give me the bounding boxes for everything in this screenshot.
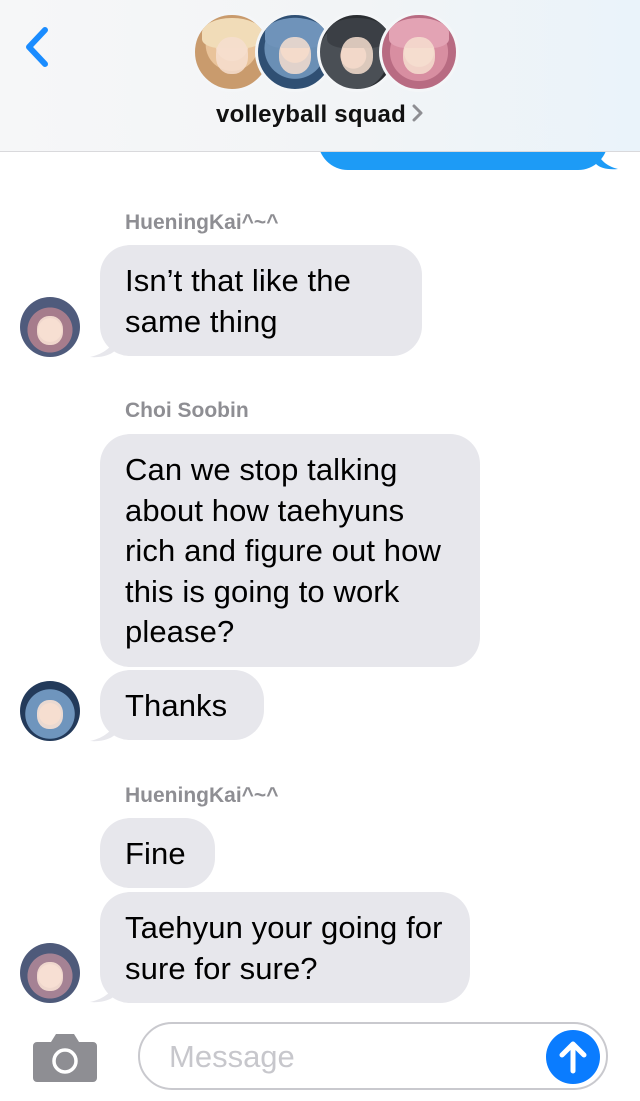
group-name-button[interactable]: volleyball squad: [0, 101, 640, 129]
message-bubble[interactable]: Taehyun your going for sure for sure?: [100, 892, 470, 1003]
send-button[interactable]: [546, 1030, 600, 1084]
message-text: Taehyun your going for sure for sure?: [125, 910, 443, 986]
back-button[interactable]: [18, 22, 58, 72]
chevron-right-icon: [412, 101, 424, 129]
camera-button[interactable]: [33, 1030, 97, 1082]
bubble-tail: [90, 979, 118, 1003]
sender-name: Choi Soobin: [125, 399, 249, 422]
camera-icon: [33, 1034, 97, 1082]
back-chevron-icon: [26, 27, 48, 67]
message-bubble[interactable]: Isn’t that like the same thing: [100, 245, 422, 356]
message-input-placeholder: Message: [169, 1039, 295, 1074]
sender-avatar[interactable]: [20, 681, 80, 741]
sender-name: HueningKai^~^: [125, 784, 279, 807]
outgoing-bubble-tail: [596, 150, 618, 170]
group-name-label: volleyball squad: [216, 101, 406, 128]
message-bubble[interactable]: Thanks: [100, 670, 264, 740]
send-arrow-icon: [559, 1041, 587, 1074]
message-text: Can we stop talking about how taehyuns r…: [125, 452, 441, 649]
bubble-tail: [90, 334, 118, 358]
message-text: Thanks: [125, 688, 228, 723]
message-bubble[interactable]: Can we stop talking about how taehyuns r…: [100, 434, 480, 667]
bubble-tail: [90, 718, 118, 742]
sender-name: HueningKai^~^: [125, 211, 279, 234]
conversation-header: volleyball squad: [0, 0, 640, 152]
message-input[interactable]: Message: [138, 1022, 608, 1090]
sender-avatar[interactable]: [20, 943, 80, 1003]
group-avatars[interactable]: [192, 12, 459, 94]
message-bubble[interactable]: Fine: [100, 818, 215, 888]
sender-avatar[interactable]: [20, 297, 80, 357]
message-text: Isn’t that like the same thing: [125, 263, 351, 339]
avatar: [379, 12, 459, 92]
message-text: Fine: [125, 836, 186, 871]
